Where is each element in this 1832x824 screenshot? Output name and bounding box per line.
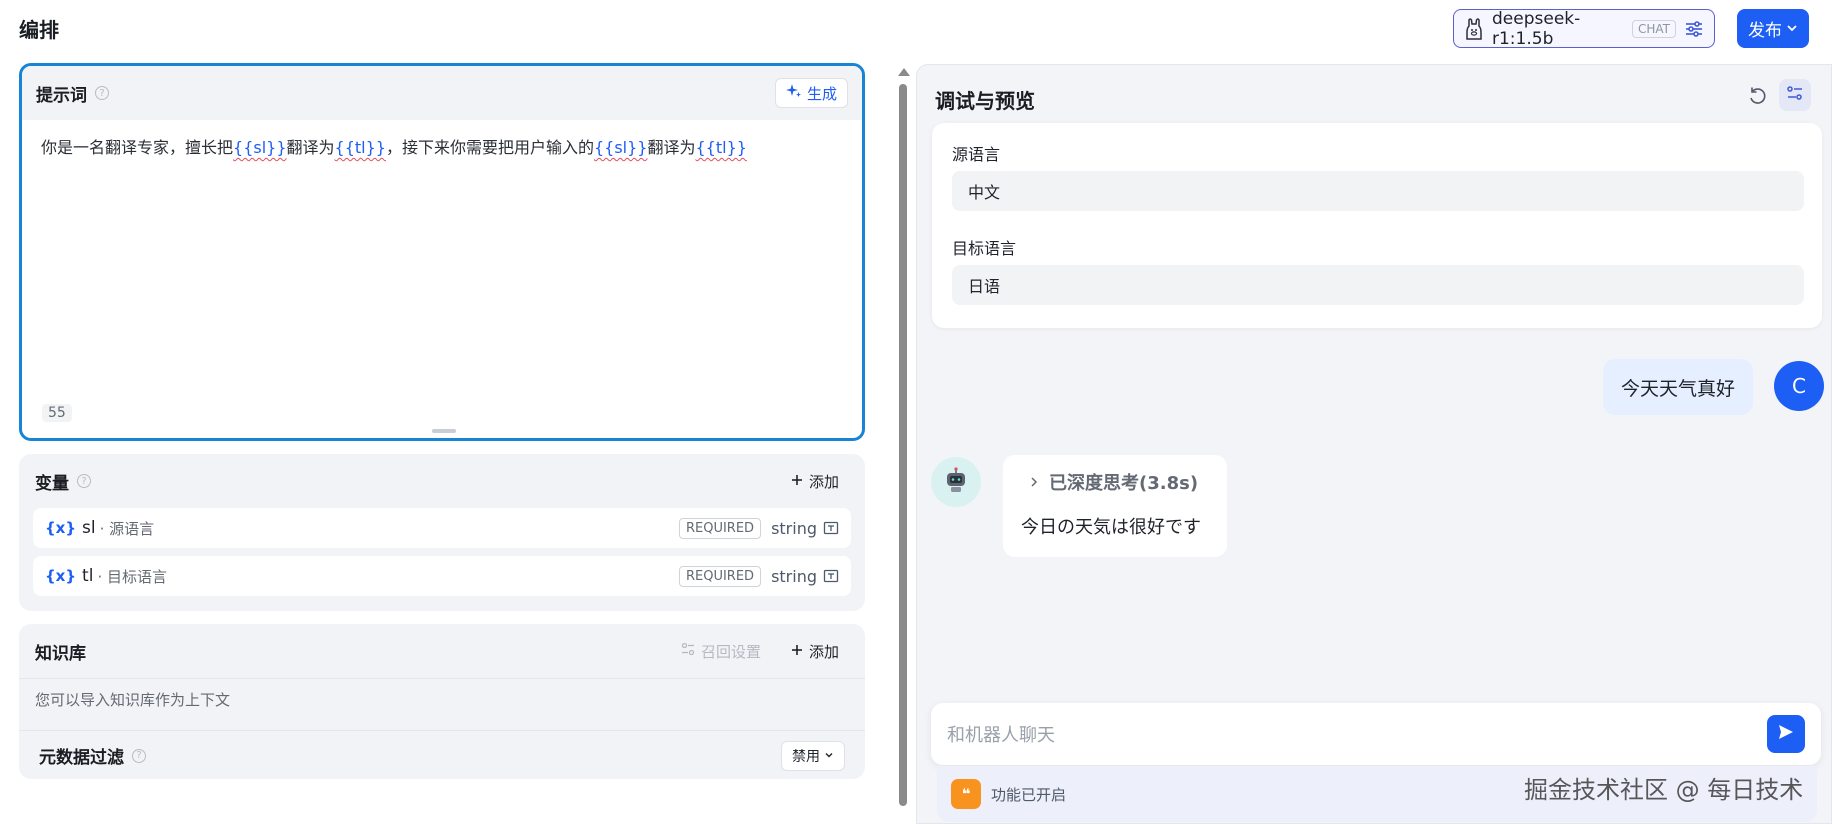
prompt-text-segment: 你是一名翻译专家，擅长把 bbox=[41, 138, 234, 157]
chat-input-placeholder: 和机器人聊天 bbox=[947, 725, 1055, 746]
robot-icon bbox=[942, 466, 970, 498]
variable-description: · 目标语言 bbox=[97, 567, 167, 586]
variable-description: · 源语言 bbox=[99, 519, 155, 538]
source-language-input[interactable]: 中文 bbox=[952, 171, 1804, 211]
quote-icon: ❝ bbox=[951, 779, 981, 809]
char-count: 55 bbox=[42, 404, 72, 422]
prompt-header: 提示词 ? 生成 bbox=[22, 66, 862, 120]
user-message-bubble: 今天天气真好 bbox=[1603, 359, 1754, 415]
variable-key: tl bbox=[82, 566, 94, 586]
metadata-filter-select[interactable]: 禁用 bbox=[781, 740, 845, 771]
debug-preview-title: 调试与预览 bbox=[935, 89, 1035, 113]
variable-key: sl bbox=[82, 518, 96, 538]
help-icon[interactable]: ? bbox=[95, 86, 109, 100]
send-icon bbox=[1777, 723, 1795, 745]
text-type-icon bbox=[823, 568, 839, 584]
resize-handle[interactable] bbox=[432, 429, 456, 433]
variable-icon: {x} bbox=[45, 519, 77, 537]
text-type-icon bbox=[823, 520, 839, 536]
bot-message-bubble: 已深度思考(3.8s) 今日の天気は很好です bbox=[1003, 455, 1227, 557]
variables-toggle-icon bbox=[1786, 84, 1804, 106]
model-type-badge: CHAT bbox=[1631, 19, 1676, 38]
thinking-toggle[interactable]: 已深度思考(3.8s) bbox=[1021, 469, 1209, 495]
variable-icon: {x} bbox=[45, 567, 77, 585]
chat-input[interactable]: 和机器人聊天 bbox=[931, 703, 1821, 765]
sparkle-icon bbox=[785, 83, 802, 103]
help-icon[interactable]: ? bbox=[132, 748, 146, 763]
variable-row[interactable]: {x} sl · 源语言 REQUIRED string bbox=[33, 508, 851, 548]
variable-token-sl: {{sl}} bbox=[233, 138, 287, 157]
required-badge: REQUIRED bbox=[678, 565, 762, 587]
variable-row[interactable]: {x} tl · 目标语言 REQUIRED string bbox=[33, 556, 851, 596]
metadata-filter-title: 元数据过滤 bbox=[39, 748, 124, 768]
chevron-down-icon bbox=[824, 748, 834, 764]
variables-card: 变量 ? 添加 {x} sl · 源语言 REQUIRED string {x}… bbox=[19, 454, 865, 611]
recall-settings-button[interactable]: 召回设置 bbox=[671, 641, 771, 662]
chevron-down-icon bbox=[1786, 19, 1798, 39]
metadata-filter-row: 元数据过滤 ? 禁用 bbox=[19, 730, 865, 780]
knowledge-base-card: 知识库 召回设置 添加 您可以导入知识库作为上下文 元数据过滤 ? 禁用 bbox=[19, 624, 865, 779]
variable-type: string bbox=[771, 518, 817, 538]
prompt-editor-card: 提示词 ? 生成 你是一名翻译专家，擅长把{{sl}}翻译为{{tl}}，接下来… bbox=[19, 63, 865, 441]
variable-token-sl: {{sl}} bbox=[593, 138, 648, 157]
field-label-source-language: 源语言 bbox=[952, 145, 1001, 164]
preview-settings-button[interactable] bbox=[1779, 79, 1811, 111]
knowledge-title: 知识库 bbox=[35, 643, 86, 664]
help-icon[interactable]: ? bbox=[77, 474, 91, 488]
model-name: deepseek-r1:1.5b bbox=[1492, 8, 1581, 49]
publish-button[interactable]: 发布 bbox=[1737, 9, 1809, 48]
bot-avatar bbox=[931, 457, 981, 507]
variable-inputs-card: 源语言 中文 目标语言 日语 bbox=[932, 123, 1822, 328]
generate-label: 生成 bbox=[806, 84, 837, 103]
recall-settings-icon bbox=[681, 642, 695, 660]
prompt-text-segment: 翻译为 bbox=[286, 138, 335, 157]
target-language-input[interactable]: 日语 bbox=[952, 265, 1804, 305]
scroll-up-arrow[interactable] bbox=[898, 68, 910, 76]
variables-title: 变量 bbox=[35, 473, 69, 494]
plus-icon bbox=[791, 472, 803, 490]
top-bar: 编排 deepseek-r1:1.5b CHAT 发布 bbox=[0, 0, 1832, 58]
prompt-textarea[interactable]: 你是一名翻译专家，擅长把{{sl}}翻译为{{tl}}，接下来你需要把用户输入的… bbox=[22, 120, 862, 176]
page-title: 编排 bbox=[19, 18, 59, 42]
generate-button[interactable]: 生成 bbox=[774, 78, 848, 108]
variables-header: 变量 ? 添加 bbox=[19, 454, 865, 508]
watermark: 掘金技术社区 @ 每日技术 bbox=[1524, 776, 1804, 804]
knowledge-header: 知识库 召回设置 添加 bbox=[19, 624, 865, 678]
bot-message-text: 今日の天気は很好です bbox=[1021, 517, 1201, 538]
scrollbar-thumb[interactable] bbox=[899, 84, 907, 806]
thinking-label: 已深度思考(3.8s) bbox=[1049, 473, 1199, 494]
prompt-text-segment: 翻译为 bbox=[647, 138, 696, 157]
debug-preview-panel: 调试与预览 源语言 中文 目标语言 日语 今天天气真好 C 已深度思考(3.8s… bbox=[916, 64, 1832, 824]
required-badge: REQUIRED bbox=[678, 517, 762, 539]
variable-token-tl: {{tl}} bbox=[695, 138, 747, 157]
feature-status-text: 功能已开启 bbox=[991, 785, 1067, 804]
knowledge-hint: 您可以导入知识库作为上下文 bbox=[19, 678, 865, 730]
add-variable-button[interactable]: 添加 bbox=[781, 471, 849, 492]
publish-label: 发布 bbox=[1748, 21, 1782, 41]
variable-type: string bbox=[771, 566, 817, 586]
refresh-icon[interactable] bbox=[1747, 85, 1769, 107]
llama-icon bbox=[1464, 17, 1484, 40]
add-label: 添加 bbox=[808, 642, 839, 661]
send-button[interactable] bbox=[1767, 715, 1805, 753]
add-label: 添加 bbox=[808, 472, 839, 491]
recall-settings-label: 召回设置 bbox=[700, 642, 761, 661]
chevron-right-icon bbox=[1029, 472, 1039, 493]
prompt-text-segment: ，接下来你需要把用户输入的 bbox=[385, 138, 594, 157]
variable-token-tl: {{tl}} bbox=[334, 138, 386, 157]
metadata-filter-value: 禁用 bbox=[792, 748, 820, 765]
field-label-target-language: 目标语言 bbox=[952, 239, 1017, 258]
plus-icon bbox=[791, 642, 803, 660]
sliders-icon[interactable] bbox=[1684, 19, 1704, 39]
prompt-title: 提示词 bbox=[36, 85, 87, 106]
user-avatar: C bbox=[1774, 361, 1824, 411]
add-knowledge-button[interactable]: 添加 bbox=[781, 641, 849, 662]
model-selector[interactable]: deepseek-r1:1.5b CHAT bbox=[1453, 8, 1715, 49]
